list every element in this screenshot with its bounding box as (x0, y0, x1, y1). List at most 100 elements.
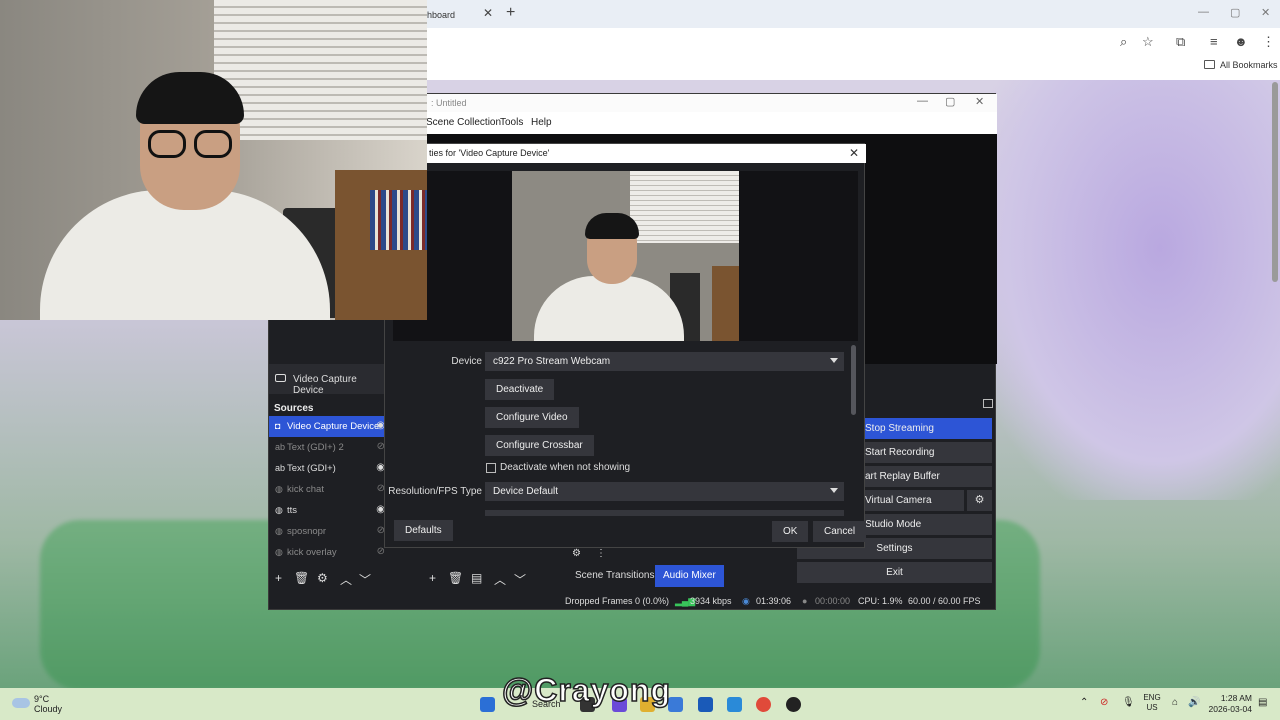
source-label: sposnopr (287, 526, 327, 537)
region-code: US (1146, 703, 1158, 712)
lang-code: ENG (1143, 693, 1161, 702)
record-icon: ● (802, 596, 808, 606)
stream-time: 01:39:06 (756, 596, 792, 606)
folder-icon (1204, 60, 1215, 69)
store-icon[interactable] (698, 697, 713, 712)
dialog-close-icon[interactable]: ✕ (849, 146, 859, 160)
record-time: 00:00:00 (815, 596, 851, 606)
time: 1:28 AM (1220, 693, 1252, 703)
profile-icon[interactable]: ☻ (1234, 34, 1248, 49)
browser-icon: ◍ (275, 547, 283, 557)
add-scene-icon[interactable]: + (429, 571, 436, 585)
dropped-frames: Dropped Frames 0 (0.0%) (565, 596, 670, 606)
mixer-menu-icon[interactable]: ⋮ (596, 548, 606, 559)
language-indicator[interactable]: ENG US (1142, 693, 1162, 713)
move-up-icon[interactable]: ︿ (340, 571, 352, 588)
start-icon[interactable] (480, 697, 495, 712)
webcam-preview (512, 171, 739, 341)
tray-chevron-icon[interactable]: ⌃ (1080, 697, 1088, 708)
deactivate-when-not-showing-checkbox[interactable] (486, 463, 496, 473)
move-down-icon[interactable]: ﹀ (359, 571, 371, 588)
device-value: c922 Pro Stream Webcam (493, 356, 611, 367)
sources-list: ◘ Video Capture Device ◉ ab Text (GDI+) 2 ⊘ … (269, 416, 387, 563)
menu-help[interactable]: Help (531, 117, 552, 128)
scene-up-icon[interactable]: ︿ (494, 571, 506, 588)
menu-tools[interactable]: Tools (500, 117, 523, 128)
dialog-scrollbar[interactable] (851, 345, 856, 415)
configure-crossbar-button[interactable]: Configure Crossbar (485, 435, 594, 456)
maximize-icon[interactable]: ▢ (1230, 6, 1240, 19)
cancel-button[interactable]: Cancel (813, 521, 867, 542)
tab-scene-transitions[interactable]: Scene Transitions (567, 565, 663, 587)
virtual-camera-settings-gear-icon[interactable]: ⚙ (967, 490, 992, 511)
undock-icon[interactable] (983, 399, 993, 408)
source-label: Text (GDI+) (287, 463, 336, 474)
exit-button[interactable]: Exit (797, 562, 992, 583)
source-row[interactable]: ◘ Video Capture Device ◉ (269, 416, 387, 437)
scene-list-item[interactable]: Video Capture Device (269, 364, 387, 396)
zoom-icon[interactable]: ⌕ (1120, 34, 1127, 50)
new-tab-icon[interactable]: + (506, 4, 515, 22)
browser-icon: ◍ (275, 526, 283, 536)
remove-scene-icon[interactable]: 🗑 (448, 571, 463, 585)
source-row[interactable]: ab Text (GDI+) ◉ (269, 458, 387, 479)
bitrate: 3934 kbps (690, 596, 732, 606)
add-source-icon[interactable]: + (275, 571, 282, 585)
device-label: Device (451, 356, 482, 367)
obs-icon[interactable] (786, 697, 801, 712)
resolution-select[interactable]: Device Default (485, 482, 844, 501)
browser-icon: ◍ (275, 505, 283, 515)
browser-icon: ◍ (275, 484, 283, 494)
defaults-button[interactable]: Defaults (394, 520, 453, 541)
all-bookmarks-link[interactable]: All Bookmarks (1220, 60, 1278, 70)
obs-maximize-icon[interactable]: ▢ (945, 95, 955, 108)
mail-icon[interactable] (727, 697, 742, 712)
menu-dots-icon[interactable]: ⋮ (1262, 34, 1275, 50)
security-icon[interactable]: ⊘ (1100, 697, 1108, 708)
obs-close-icon[interactable]: ✕ (975, 95, 984, 108)
source-properties-gear-icon[interactable]: ⚙ (317, 571, 328, 585)
obs-minimize-icon[interactable]: — (917, 95, 928, 107)
network-icon[interactable]: ⌂ (1172, 697, 1178, 708)
tab-audio-mixer[interactable]: Audio Mixer (655, 565, 724, 587)
media-icon[interactable]: ≡ (1210, 34, 1218, 49)
bookmark-star-icon[interactable]: ☆ (1142, 34, 1154, 50)
scene-down-icon[interactable]: ﹀ (514, 571, 526, 588)
source-row[interactable]: ◍ kick chat ⊘ (269, 479, 387, 500)
remove-source-icon[interactable]: 🗑 (294, 571, 309, 585)
source-label: kick overlay (287, 547, 337, 558)
configure-video-button[interactable]: Configure Video (485, 407, 579, 428)
notification-icon[interactable]: ▤ (1258, 697, 1267, 708)
source-row[interactable]: ◍ kick overlay ⊘ (269, 542, 387, 563)
menu-scene-collection[interactable]: Scene Collection (426, 117, 501, 128)
clock[interactable]: 1:28 AM 2026-03-04 (1206, 693, 1252, 715)
temperature: 9°C (34, 694, 50, 704)
mixer-gear-icon[interactable]: ⚙ (572, 548, 581, 559)
close-icon[interactable]: ✕ (1261, 6, 1270, 19)
stream-icon: ◉ (742, 596, 750, 606)
chrome-icon[interactable] (756, 697, 771, 712)
next-field-partial (485, 510, 844, 516)
scene-filter-icon[interactable]: ▤ (471, 571, 482, 585)
source-row[interactable]: ◍ sposnopr ⊘ (269, 521, 387, 542)
extensions-icon[interactable]: ⧉ (1176, 34, 1185, 50)
ok-button[interactable]: OK (772, 521, 809, 542)
scene-label: Video Capture Device (293, 374, 357, 396)
cloud-icon (12, 698, 30, 708)
microphone-icon[interactable]: 🎙 (1122, 697, 1135, 708)
status-bar: Dropped Frames 0 (0.0%) ▂▄▆ 3934 kbps ◉ … (269, 592, 997, 610)
resolution-label: Resolution/FPS Type (388, 486, 482, 497)
deactivate-button[interactable]: Deactivate (485, 379, 555, 400)
minimize-icon[interactable]: — (1198, 6, 1209, 18)
source-row[interactable]: ab Text (GDI+) 2 ⊘ (269, 437, 387, 458)
source-row[interactable]: ◍ tts ◉ (269, 500, 387, 521)
volume-icon[interactable]: 🔊 (1188, 697, 1200, 708)
text-icon: ab (275, 442, 286, 452)
page-scrollbar[interactable] (1272, 82, 1278, 282)
deactivate-when-not-showing-label: Deactivate when not showing (500, 462, 631, 473)
tab-close-icon[interactable]: ✕ (483, 6, 493, 20)
date: 2026-03-04 (1208, 704, 1252, 714)
dialog-title-bar: ties for 'Video Capture Device' ✕ (385, 144, 866, 163)
source-label: kick chat (287, 484, 324, 495)
device-select[interactable]: c922 Pro Stream Webcam (485, 352, 844, 371)
